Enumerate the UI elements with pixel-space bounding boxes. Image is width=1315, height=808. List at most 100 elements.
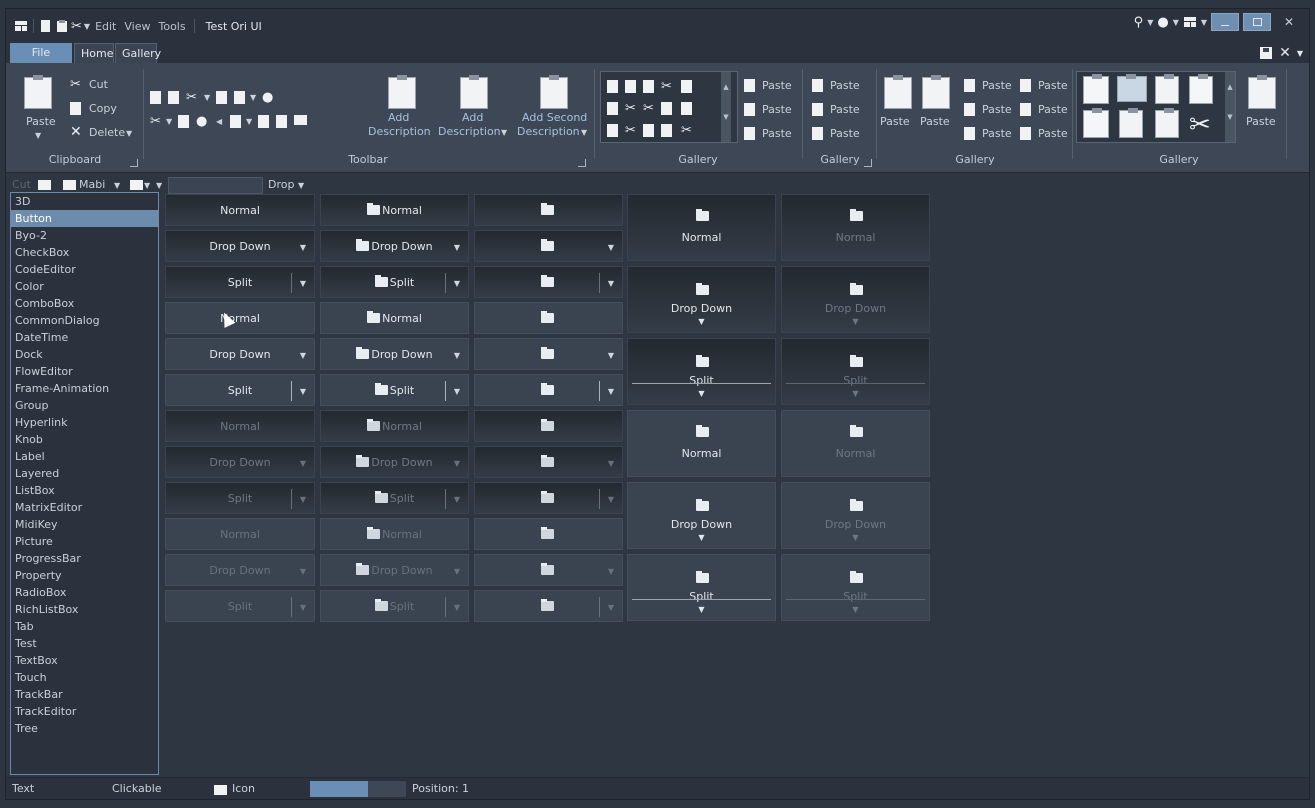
list-item[interactable]: Knob (11, 431, 158, 448)
gallery-1-paste-1[interactable]: Paste (762, 79, 792, 92)
maximize-button[interactable] (1243, 13, 1271, 31)
normal-button[interactable] (474, 302, 623, 334)
split-button[interactable]: Split ▼ (165, 374, 315, 406)
split-button[interactable]: ▼ (474, 590, 623, 622)
cut-icon[interactable]: ✂ (186, 91, 197, 104)
paste-dropdown-icon[interactable]: ▼ (35, 131, 41, 140)
list-item[interactable]: FlowEditor (11, 363, 158, 380)
list-item[interactable]: CommonDialog (11, 312, 158, 329)
drop-combo[interactable]: Drop ▼ (268, 178, 304, 191)
chevron-down-icon[interactable]: ▼ (628, 605, 775, 614)
save-icon[interactable] (230, 115, 241, 128)
list-item[interactable]: MidiKey (11, 516, 158, 533)
gallery-1-paste-2[interactable]: Paste (762, 103, 792, 116)
split-button[interactable]: Split ▼ (320, 482, 469, 514)
chevron-down-icon[interactable]: ▼ (628, 389, 775, 398)
large-split-button[interactable]: Split ▼ (781, 338, 930, 405)
normal-button[interactable]: Normal (165, 518, 315, 550)
windows-icon[interactable] (14, 19, 28, 33)
chevron-down-icon[interactable]: ▼ (454, 603, 460, 612)
new-icon[interactable] (150, 91, 161, 104)
chevron-down-icon[interactable]: ▼ (608, 243, 614, 252)
paste-icon[interactable] (55, 19, 69, 33)
cut-icon[interactable]: ✂ (150, 115, 161, 128)
copy-icon[interactable] (178, 115, 189, 128)
gallery-2-paste-3[interactable]: Paste (830, 127, 860, 140)
chevron-down-icon[interactable]: ▼ (300, 603, 306, 612)
clipboard-icon[interactable] (1119, 108, 1143, 138)
cut-icon[interactable]: ✂ (625, 102, 636, 115)
folder-icon[interactable] (294, 115, 307, 125)
delete-button[interactable]: Delete (89, 126, 125, 139)
gallery-4-scrollbar[interactable]: ▲ ▼ (1225, 72, 1235, 142)
chevron-down-icon[interactable]: ▼ (1201, 18, 1207, 27)
gallery-1-scrollbar[interactable]: ▲ ▼ (721, 72, 731, 142)
minimize-button[interactable] (1211, 13, 1239, 31)
new-icon[interactable] (607, 80, 618, 93)
chevron-down-icon[interactable]: ▼ (608, 351, 614, 360)
chevron-down-icon[interactable]: ▼ (782, 389, 929, 398)
group-launcher-icon[interactable] (130, 159, 138, 167)
large-split-button[interactable]: Split ▼ (627, 338, 776, 405)
list-item[interactable]: TrackEditor (11, 703, 158, 720)
list-item[interactable]: Touch (11, 669, 158, 686)
copy-icon[interactable] (643, 124, 654, 137)
large-drop-down-button[interactable]: Drop Down ▼ (781, 482, 930, 549)
chevron-down-icon[interactable]: ▼ (204, 93, 210, 102)
list-item[interactable]: RadioBox (11, 584, 158, 601)
paste-icon[interactable] (661, 124, 672, 137)
chevron-down-icon[interactable]: ▼ (501, 128, 507, 137)
list-item[interactable]: Tree (11, 720, 158, 737)
scroll-down-icon[interactable]: ▼ (1225, 102, 1235, 132)
list-item[interactable]: Tab (11, 618, 158, 635)
toolbar-text-input[interactable] (168, 177, 263, 194)
drop-down-button[interactable]: ▼ (474, 446, 623, 478)
list-item[interactable]: Property (11, 567, 158, 584)
paste-button[interactable]: Paste (26, 115, 56, 128)
add-description-button-line1[interactable]: Add (388, 111, 409, 124)
split-button[interactable]: Split ▼ (165, 266, 315, 298)
list-item[interactable]: Group (11, 397, 158, 414)
clipboard-icon[interactable] (258, 115, 269, 128)
open-folder-icon[interactable] (1117, 74, 1147, 102)
drop-down-button[interactable]: Drop Down ▼ (320, 554, 469, 586)
list-item[interactable]: DateTime (11, 329, 158, 346)
gallery-3-big-paste-2[interactable]: Paste (920, 115, 950, 128)
chevron-down-icon[interactable]: ▼ (581, 128, 587, 137)
paste-icon[interactable] (625, 80, 636, 93)
chevron-down-icon[interactable]: ▼ (454, 495, 460, 504)
chevron-down-icon[interactable]: ▼ (250, 93, 256, 102)
list-item[interactable]: ProgressBar (11, 550, 158, 567)
split-button[interactable]: ▼ (474, 266, 623, 298)
paste-icon[interactable] (24, 75, 52, 109)
chevron-down-icon[interactable]: ▼ (454, 351, 460, 360)
clipboard-icon[interactable] (681, 102, 692, 115)
save-icon[interactable] (1259, 46, 1273, 60)
status-clickable[interactable]: Clickable (112, 782, 162, 795)
list-item[interactable]: Button (11, 210, 158, 227)
back-arrow-icon[interactable]: ◀ (216, 117, 222, 126)
globe-icon[interactable]: ● (262, 91, 273, 104)
cut-icon[interactable]: ✂ (681, 124, 692, 137)
list-item[interactable]: Color (11, 278, 158, 295)
normal-button[interactable]: Normal (165, 410, 315, 442)
scroll-up-icon[interactable]: ▲ (721, 72, 731, 102)
drop-down-button[interactable]: ▼ (474, 554, 623, 586)
chevron-down-icon[interactable]: ▼ (246, 117, 252, 126)
close-button[interactable]: ✕ (1275, 13, 1303, 31)
copy-button[interactable]: Copy (89, 102, 117, 115)
list-item[interactable]: Dock (11, 346, 158, 363)
large-drop-down-button[interactable]: Drop Down ▼ (627, 482, 776, 549)
normal-button[interactable]: Normal (165, 194, 315, 226)
split-button[interactable]: ▼ (474, 482, 623, 514)
chevron-down-icon[interactable]: ▼ (300, 279, 306, 288)
list-item[interactable]: TextBox (11, 652, 158, 669)
cut-icon[interactable]: ✂ (71, 20, 82, 33)
clipboard-icon[interactable] (607, 124, 618, 137)
drop-down-button[interactable]: Drop Down ▼ (320, 230, 469, 262)
folder-icon[interactable] (38, 180, 51, 190)
menu-tools[interactable]: Tools (155, 20, 188, 33)
scroll-down-icon[interactable]: ▼ (721, 102, 731, 132)
chevron-down-icon[interactable]: ▼ (1147, 18, 1153, 27)
chevron-down-icon[interactable]: ▼ (300, 351, 306, 360)
